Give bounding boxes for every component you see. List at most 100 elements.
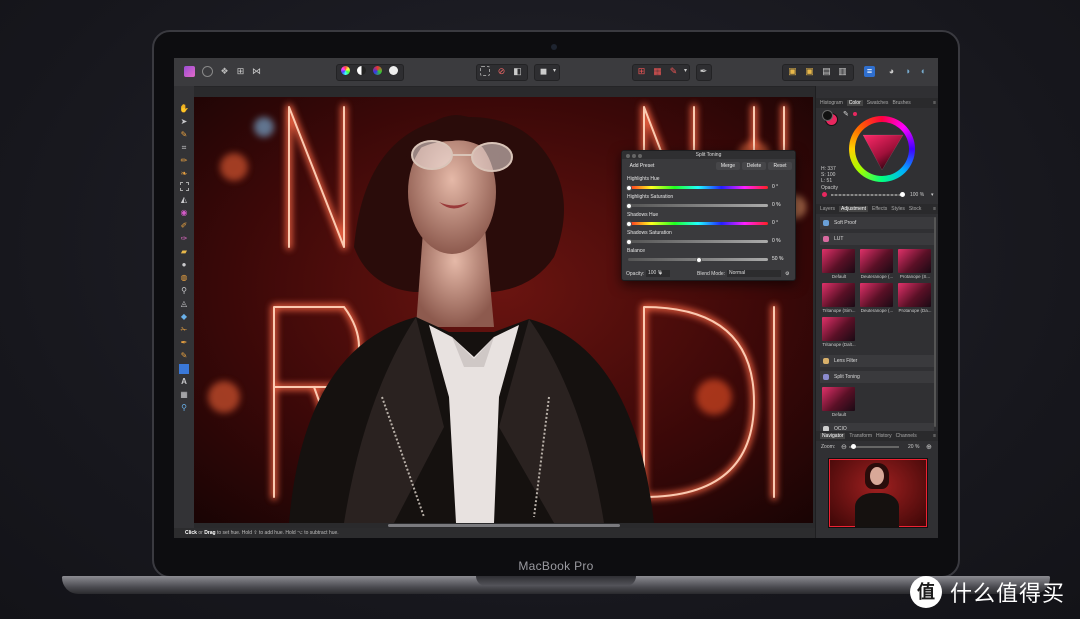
dialog-titlebar[interactable]: Split Toning	[622, 151, 795, 159]
slider-knob[interactable]	[626, 202, 632, 209]
zoom-tool-icon[interactable]: ⚲	[179, 403, 189, 413]
selection-brush-icon[interactable]	[180, 182, 189, 191]
panel-menu-icon[interactable]: ≡	[933, 431, 936, 441]
crop-tool-icon[interactable]: ⌗	[179, 143, 189, 153]
opacity-slider[interactable]	[831, 194, 901, 196]
slider-knob[interactable]	[626, 184, 632, 191]
sharpen-icon[interactable]: ◆	[179, 312, 189, 322]
zoom-slider[interactable]	[849, 446, 899, 448]
grid-icon[interactable]: ▦	[652, 66, 663, 77]
adjustment-item[interactable]: Split Toning	[820, 371, 934, 383]
auto-white-balance-icon[interactable]	[389, 66, 398, 75]
boolean-intersect-icon[interactable]: ◐	[918, 66, 929, 77]
panel-tab[interactable]: Adjustment	[839, 206, 869, 212]
lut-preset-thumbnail[interactable]	[860, 283, 893, 307]
control-slider[interactable]	[626, 184, 768, 191]
gradient-icon[interactable]: ◉	[179, 208, 189, 218]
hsl-color-wheel[interactable]	[849, 116, 915, 182]
lut-preset-thumbnail[interactable]	[860, 249, 893, 273]
horizontal-scrollbar[interactable]	[388, 524, 620, 527]
adjustment-item[interactable]: LUT	[820, 233, 934, 245]
slider-knob[interactable]	[626, 220, 632, 227]
opacity-field[interactable]: 100 %	[646, 270, 670, 277]
panel-tab[interactable]: Layers	[820, 206, 835, 212]
control-value[interactable]: 0 %	[772, 202, 789, 208]
slider-knob[interactable]	[626, 238, 632, 245]
flood-fill-icon[interactable]: ◭	[179, 195, 189, 205]
panel-tab[interactable]: History	[876, 433, 892, 439]
sponge-icon[interactable]: ◍	[179, 273, 189, 283]
brush-icon[interactable]: ✎	[668, 66, 679, 77]
panel-tab[interactable]: Stock	[909, 206, 922, 212]
merge-button[interactable]: Merge	[716, 162, 740, 170]
pixel-icon[interactable]: ✑	[179, 234, 189, 244]
control-slider[interactable]	[626, 220, 768, 227]
secondary-color-swatch[interactable]	[822, 110, 833, 121]
pen-icon[interactable]: ✒	[179, 338, 189, 348]
panel-tab[interactable]: Transform	[849, 433, 872, 439]
control-value[interactable]: 0 °	[772, 184, 789, 190]
split-toning-preset-thumbnail[interactable]	[822, 387, 855, 411]
dodge-icon[interactable]: ●	[179, 260, 189, 270]
lut-preset-thumbnail[interactable]	[898, 283, 931, 307]
arrange-icon[interactable]: ▤	[821, 66, 832, 77]
smudge-icon[interactable]: ❧	[179, 169, 189, 179]
panel-menu-icon[interactable]: ≡	[933, 204, 936, 214]
lut-preset-thumbnail[interactable]	[822, 249, 855, 273]
control-slider[interactable]	[626, 238, 768, 245]
panel-tab[interactable]: Swatches	[867, 100, 889, 106]
panel-tab[interactable]: Effects	[872, 206, 887, 212]
invert-selection-icon[interactable]: ◧	[512, 66, 523, 77]
erase-icon[interactable]: ▰	[179, 247, 189, 257]
reset-button[interactable]: Reset	[768, 162, 792, 170]
arrange-extra-icon[interactable]: ▥	[837, 66, 848, 77]
text-icon[interactable]: A	[179, 377, 189, 387]
arrange-back-icon[interactable]: ▣	[787, 66, 798, 77]
chevron-down-icon[interactable]: ▾	[659, 269, 662, 279]
control-slider[interactable]	[628, 256, 768, 263]
pen-mode-icon[interactable]: ✒	[698, 66, 709, 77]
close-icon[interactable]	[626, 154, 630, 158]
paint-icon[interactable]: ✐	[179, 221, 189, 231]
control-value[interactable]: 50 %	[772, 256, 789, 262]
adjustment-item[interactable]: Lens Filter	[820, 355, 934, 367]
opacity-slider-knob[interactable]	[900, 192, 905, 197]
lut-preset-thumbnail[interactable]	[822, 317, 855, 341]
view-mode-icon[interactable]: ≡	[864, 66, 875, 77]
persona-export-icon[interactable]: ⋈	[251, 66, 262, 77]
panel-tab[interactable]: Styles	[891, 206, 905, 212]
retouch-icon[interactable]: ✁	[179, 325, 189, 335]
zoom-slider-knob[interactable]	[851, 444, 856, 449]
panel-tab[interactable]: Color	[846, 100, 863, 106]
persona-liquify-icon[interactable]: ❖	[219, 66, 230, 77]
zoom-in-icon[interactable]: ⊕	[926, 443, 932, 451]
chevron-down-icon[interactable]: ▾	[549, 66, 560, 77]
arrange-front-icon[interactable]: ▣	[804, 66, 815, 77]
adjustment-item[interactable]: Soft Proof	[820, 217, 934, 229]
panel-tab[interactable]: Histogram	[820, 100, 843, 106]
snapping-icon[interactable]: ⊞	[636, 66, 647, 77]
minimize-icon[interactable]	[632, 154, 636, 158]
opacity-dot[interactable]	[822, 192, 827, 197]
adjustment-scrollbar[interactable]	[934, 217, 936, 427]
mesh-warp-icon[interactable]: ▦	[179, 390, 189, 400]
zoom-icon[interactable]	[638, 154, 642, 158]
blend-mode-select[interactable]: Normal	[727, 270, 781, 277]
auto-contrast-icon[interactable]	[357, 66, 366, 75]
window-controls[interactable]	[626, 153, 644, 161]
quick-mask-icon[interactable]: ◼	[538, 66, 549, 77]
node-icon[interactable]: ✎	[179, 351, 189, 361]
panel-tab[interactable]: Navigator	[820, 433, 846, 439]
panel-tab[interactable]: Brushes	[892, 100, 910, 106]
marquee-icon[interactable]	[480, 66, 490, 76]
gear-icon[interactable]: ⚙	[785, 269, 789, 279]
eyedropper-icon[interactable]: ✎	[843, 110, 849, 118]
boolean-add-icon[interactable]: ◕	[886, 66, 897, 77]
add-preset-button[interactable]: Add Preset	[626, 162, 658, 170]
navigator-preview[interactable]	[828, 458, 928, 528]
persona-photo-icon[interactable]	[202, 66, 213, 77]
auto-colors-icon[interactable]	[373, 66, 382, 75]
hand-tool-icon[interactable]: ✋	[179, 104, 189, 114]
zoom-value[interactable]: 20 %	[908, 444, 919, 450]
move-tool-icon[interactable]: ➤	[179, 117, 189, 127]
